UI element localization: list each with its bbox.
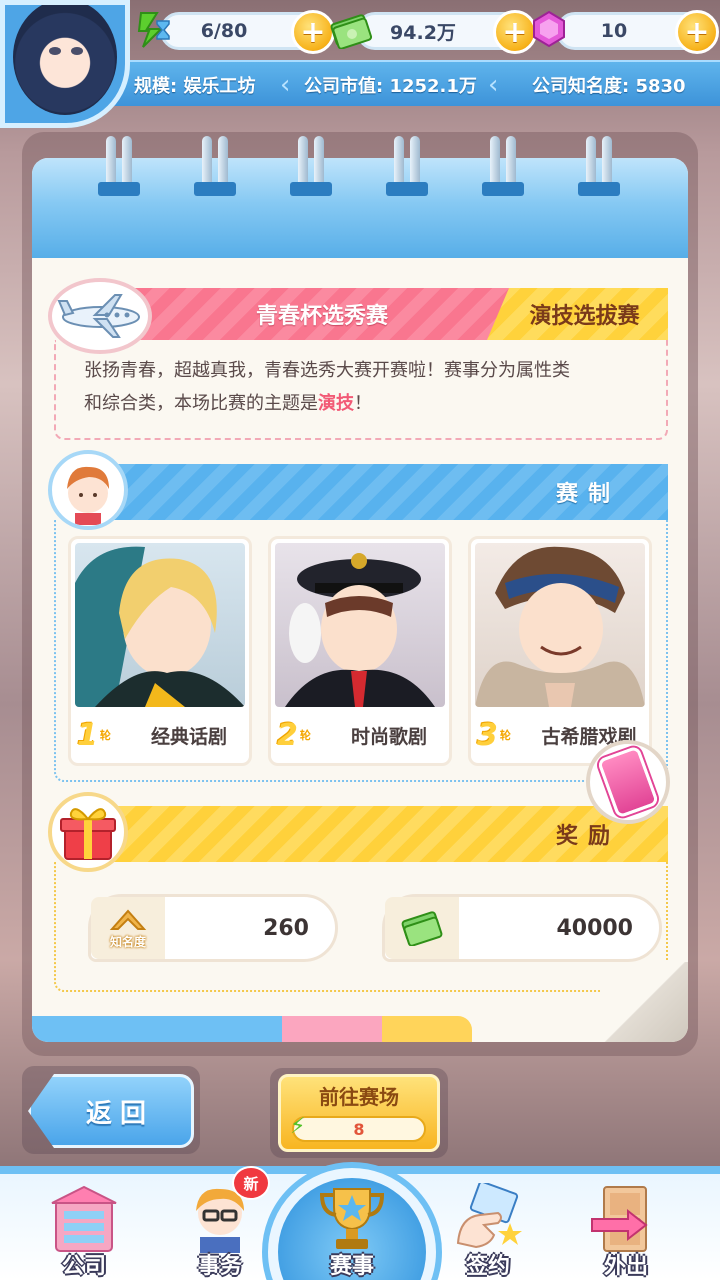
phone-icon[interactable] [586, 740, 670, 824]
add-gems-button[interactable]: + [675, 10, 719, 54]
round-3-rank: 3轮 [477, 717, 533, 753]
nav-item-outing[interactable]: 外出 [566, 1176, 686, 1280]
nav-label-outing: 外出 [603, 1254, 648, 1279]
boy-avatar-icon [48, 450, 128, 530]
top-status-bar: 6/80 + 94.2万 + 10 + 规模: 娱乐工坊 ‹ 公司市值: 125… [0, 0, 720, 128]
binder-ring [98, 136, 140, 212]
avatar-eye-right [71, 47, 83, 55]
cash-icon [328, 6, 374, 52]
round-card-1[interactable]: 1轮 经典话剧 [68, 536, 252, 766]
gems-value: 10 [600, 20, 628, 42]
gift-box-icon [48, 792, 128, 872]
description-line-1: 张扬青春，超越真我，青春选秀大赛开赛啦！赛事分为属性类 [84, 360, 570, 381]
event-notebook-panel: 青春杯选秀赛 演技选拔赛 张扬青春，超越真我，青春选秀大赛开赛啦！赛事分为属性类… [32, 158, 688, 1042]
company-scale: 规模: 娱乐工坊 [134, 76, 256, 97]
energy-bolt-icon: ⚡ [290, 1114, 306, 1139]
round-3-rank-suffix: 轮 [499, 729, 511, 742]
binder-ring-base [194, 182, 236, 196]
fame-reward-value: 260 [263, 915, 309, 941]
phone-icon-body [596, 745, 660, 819]
avatar-portrait [13, 5, 117, 115]
binder-ring [578, 136, 620, 212]
tab-strip-yellow [382, 1016, 472, 1042]
description-line-2-suffix: ！ [354, 393, 372, 414]
description-theme: 演技 [318, 393, 354, 414]
nav-label-affairs: 事务 [197, 1254, 242, 1279]
description-line-2: 和综合类，本场比赛的主题是演技！ [84, 387, 644, 420]
gems-pill: 10 + [556, 10, 719, 54]
fame-reward: 知名度 260 [88, 894, 338, 962]
nav-item-sign[interactable]: 签约 [428, 1176, 548, 1280]
round-card-2[interactable]: 2轮 时尚歌剧 [268, 536, 452, 766]
go-to-arena-cost: 8 [292, 1116, 426, 1142]
binder-ring [290, 136, 332, 212]
round-2-rank: 2轮 [277, 717, 333, 753]
binder-ring-base [98, 182, 140, 196]
binder-ring [194, 136, 236, 212]
company-market-value: 公司市值: 1252.1万 [304, 76, 477, 97]
round-2-name: 时尚歌剧 [350, 725, 427, 748]
binder-ring-base [482, 182, 524, 196]
back-button[interactable]: 返回 [28, 1074, 194, 1148]
page-curl [600, 962, 688, 1042]
binder-ring [482, 136, 524, 212]
nav-label-company: 公司 [61, 1254, 106, 1279]
round-2-portrait [275, 543, 445, 707]
fame-icon-label: 知名度 [109, 934, 146, 949]
binder-ring-base [290, 182, 332, 196]
money-value: 94.2万 [390, 21, 456, 44]
player-avatar[interactable] [0, 0, 130, 128]
hourglass-icon [132, 6, 178, 52]
event-tag: 演技选拔赛 [487, 288, 668, 340]
money-pill: 94.2万 + [356, 10, 537, 54]
money-reward: 40000 [382, 894, 662, 962]
description-line-2-prefix: 和综合类，本场比赛的主题是 [84, 393, 318, 414]
binder-ring-base [386, 182, 428, 196]
round-1-rank-suffix: 轮 [99, 729, 111, 742]
go-to-arena-label: 前往赛场 [319, 1084, 399, 1109]
contract-icon [448, 1182, 528, 1254]
airplane-icon [48, 278, 152, 354]
round-3-portrait [475, 543, 645, 707]
company-fame: 公司知名度: 5830 [532, 76, 686, 97]
reward-header: 奖励 [102, 806, 668, 862]
nav-label-events: 赛事 [329, 1254, 374, 1279]
notebook-tab-strip [32, 1016, 688, 1042]
round-3-rank-number: 3 [477, 717, 498, 753]
avatar-eye-left [49, 47, 61, 55]
round-2-rank-suffix: 轮 [299, 729, 311, 742]
gem-icon [526, 6, 572, 52]
format-header: 赛制 [102, 464, 668, 520]
round-1-rank: 1轮 [77, 717, 133, 753]
energy-pill: 6/80 + [160, 10, 335, 54]
round-card-3[interactable]: 3轮 古希腊戏剧 [468, 536, 652, 766]
round-2-rank-number: 2 [277, 717, 298, 753]
binder-ring [386, 136, 428, 212]
nav-label-sign: 签约 [465, 1254, 510, 1279]
new-badge: 新 [232, 1166, 270, 1200]
cash-reward-icon [385, 897, 459, 959]
binder-ring-base [578, 182, 620, 196]
tab-strip-blue [32, 1016, 302, 1042]
info-separator: ‹ [280, 70, 291, 100]
info-separator: ‹ [488, 70, 499, 100]
company-info-bar: 规模: 娱乐工坊 ‹ 公司市值: 1252.1万 ‹ 公司知名度: 5830 [100, 60, 720, 106]
energy-value: 6/80 [200, 20, 248, 42]
building-icon [44, 1182, 124, 1254]
nav-item-company[interactable]: 公司 [24, 1176, 144, 1280]
money-reward-value: 40000 [556, 915, 633, 941]
nav-item-events[interactable]: 赛事 [292, 1176, 412, 1280]
event-title: 青春杯选秀赛 [255, 304, 388, 329]
round-1-name: 经典话剧 [150, 725, 227, 748]
round-1-rank-number: 1 [77, 717, 98, 753]
door-icon [586, 1182, 666, 1254]
event-description: 张扬青春，超越真我，青春选秀大赛开赛啦！赛事分为属性类 和综合类，本场比赛的主题… [84, 354, 644, 420]
fame-icon: 知名度 [91, 897, 165, 959]
resource-row: 6/80 + 94.2万 + 10 + [130, 6, 720, 54]
round-1-portrait [75, 543, 245, 707]
trophy-icon [312, 1182, 392, 1254]
